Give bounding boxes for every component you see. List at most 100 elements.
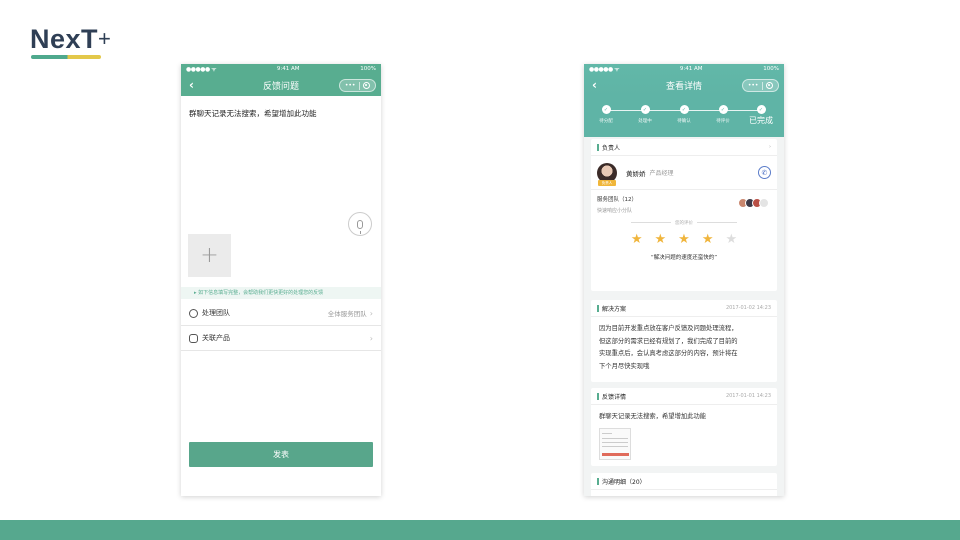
capsule-divider [359, 81, 360, 90]
status-bar: ●●●●● ᯤ 9:41 AM 100% [181, 64, 381, 74]
avatar: 负责人 [597, 162, 617, 186]
more-icon[interactable]: ••• [748, 82, 759, 89]
solution-text: 因为目前开发重点放在客户反馈及问题处理流程， 但这部分的需求已经有规划了，我们完… [591, 317, 777, 379]
feedback-header: ●●●●● ᯤ 9:41 AM 100% ‹ 反馈问题 ••• [181, 64, 381, 96]
check-icon: ✓ [640, 105, 650, 114]
step-label: 已完成 [749, 116, 773, 125]
progress-steps: ✓ 待分配 ✓ 处理中 ✓ 待确认 ✓ 待评价 ✓ 已完成 [584, 96, 784, 137]
detail-text: 群聊天记录无法搜索，希望增加此功能 [599, 413, 707, 420]
more-icon[interactable]: ••• [345, 82, 356, 89]
check-icon: ✓ [601, 105, 611, 114]
detail-header: ●●●●● ᯤ 9:41 AM 100% ‹ 查看详情 ••• [584, 64, 784, 96]
star-rating: ★ ★ ★ ★ ★ [591, 232, 777, 247]
slide: NexT+ ●●●●● ᯤ 9:41 AM 100% ‹ 反馈问题 ••• 群聊… [0, 0, 960, 540]
battery-level: 100% [763, 66, 779, 72]
status-bar: ●●●●● ᯤ 9:41 AM 100% [584, 64, 784, 74]
logo-plus: + [98, 26, 112, 51]
bottom-band [0, 520, 960, 540]
navigation-bar: ‹ 反馈问题 ••• [181, 74, 381, 96]
status-time: 9:41 AM [276, 66, 300, 72]
more-members-icon [759, 198, 769, 208]
logo-underline [31, 55, 101, 59]
step-pending-assign: ✓ 待分配 [586, 104, 626, 124]
microphone-icon [357, 219, 363, 234]
voice-input-button[interactable] [348, 212, 372, 236]
feedback-input[interactable]: 群聊天记录无法搜索，希望增加此功能 [181, 96, 381, 119]
star-icon: ★ [678, 232, 690, 247]
product-icon [189, 333, 198, 343]
row-related-product[interactable]: 关联产品 › [181, 326, 381, 351]
feedback-detail-card: 反馈详情 2017-01-01 14:23 群聊天记录无法搜索，希望增加此功能 [591, 388, 777, 466]
miniprogram-capsule[interactable]: ••• [339, 79, 376, 92]
step-pending-review: ✓ 待评价 [703, 104, 743, 124]
star-icon: ★ [654, 232, 667, 247]
divider-line [697, 222, 737, 223]
team-name: 快速响应小分队 [597, 208, 633, 214]
row-value: 全体服务团队 [327, 310, 367, 318]
owner-badge: 负责人 [598, 179, 616, 186]
solution-card-header: 解决方案 2017-01-02 14:23 [591, 300, 777, 317]
chevron-right-icon: › [369, 333, 373, 343]
owner-card-header[interactable]: 负责人 › [591, 139, 777, 156]
owner-name: 黄娇娇 [626, 169, 646, 178]
miniprogram-capsule[interactable]: ••• [742, 79, 779, 92]
card-title: 负责人 [602, 144, 621, 152]
row-label: 关联产品 [202, 334, 230, 342]
step-label: 待确认 [677, 119, 691, 124]
thumb-line [602, 437, 628, 439]
solution-card: 解决方案 2017-01-02 14:23 因为目前开发重点放在客户反馈及问题处… [591, 300, 777, 382]
screenshot-thumbnail[interactable] [599, 427, 631, 460]
carrier-signal: ●●●●● ᯤ [589, 66, 620, 73]
star-icon: ★ [725, 232, 738, 247]
step-label: 待评价 [716, 119, 730, 124]
next-plus-logo: NexT+ [30, 24, 111, 64]
row-handling-team[interactable]: 处理团队 全体服务团队 › [181, 301, 381, 326]
check-icon: ✓ [756, 105, 766, 114]
carrier-signal: ●●●●● ᯤ [186, 66, 217, 73]
thumb-line [602, 445, 628, 447]
text-line: 下个月尽快实现哦 [599, 362, 650, 370]
logo-word: NexT [30, 24, 99, 54]
text-line: 但这部分的需求已经有规划了，我们完成了目前的 [599, 337, 738, 345]
text-line: 因为目前开发重点放在客户反馈及问题处理流程， [599, 325, 738, 332]
step-processing: ✓ 处理中 [625, 104, 665, 124]
card-timestamp: 2017-01-01 14:23 [725, 393, 771, 399]
back-button[interactable]: ‹ [189, 78, 194, 92]
step-label: 待分配 [599, 119, 613, 124]
capsule-divider [762, 81, 763, 90]
communication-card[interactable]: 沟通明细（20） [591, 473, 777, 496]
check-icon: ✓ [718, 105, 728, 114]
step-pending-confirm: ✓ 待确认 [664, 104, 704, 124]
text-line: 实现重点后，会认真考虑这部分的内容，预计将在 [599, 350, 738, 357]
row-label: 处理团队 [202, 309, 230, 317]
info-tip: ▸ 如下信息填写完整，会帮助我们更快更好的处理您的反馈 [181, 287, 381, 299]
team-icon [189, 308, 198, 318]
add-image-button[interactable]: + [188, 234, 231, 277]
navigation-bar: ‹ 查看详情 ••• [584, 74, 784, 96]
step-label: 处理中 [638, 119, 652, 124]
chevron-right-icon: › [369, 308, 373, 318]
comm-card-header: 沟通明细（20） [591, 473, 777, 490]
rating-divider: 您的评价 [591, 220, 777, 226]
service-team[interactable]: 服务团队（12） 快速响应小分队 [591, 190, 777, 217]
publish-button[interactable]: 发表 [189, 442, 373, 467]
card-title: 解决方案 [602, 305, 627, 313]
status-time: 9:41 AM [679, 66, 703, 72]
owner-role: 产品经理 [649, 170, 674, 177]
card-timestamp: 2017-01-02 14:23 [725, 305, 771, 311]
close-miniprogram-icon[interactable] [766, 82, 774, 89]
detail-phone-mockup: ●●●●● ᯤ 9:41 AM 100% ‹ 查看详情 ••• ✓ 待分配 ✓ … [584, 64, 784, 496]
back-button[interactable]: ‹ [592, 78, 597, 92]
detail-card-header: 反馈详情 2017-01-01 14:23 [591, 388, 777, 405]
review-quote: “解决问题的速度还蛮快的” [650, 255, 718, 261]
divider-line [631, 222, 671, 223]
close-miniprogram-icon[interactable] [363, 82, 371, 89]
card-title: 沟通明细（20） [602, 478, 646, 486]
phone-call-icon[interactable]: ✆ [758, 166, 771, 179]
check-icon: ✓ [679, 105, 689, 114]
star-icon: ★ [701, 232, 714, 247]
chevron-right-icon: › [769, 144, 771, 150]
star-icon: ★ [630, 232, 643, 247]
logo-text: NexT+ [30, 24, 111, 54]
thumb-line [602, 432, 612, 434]
